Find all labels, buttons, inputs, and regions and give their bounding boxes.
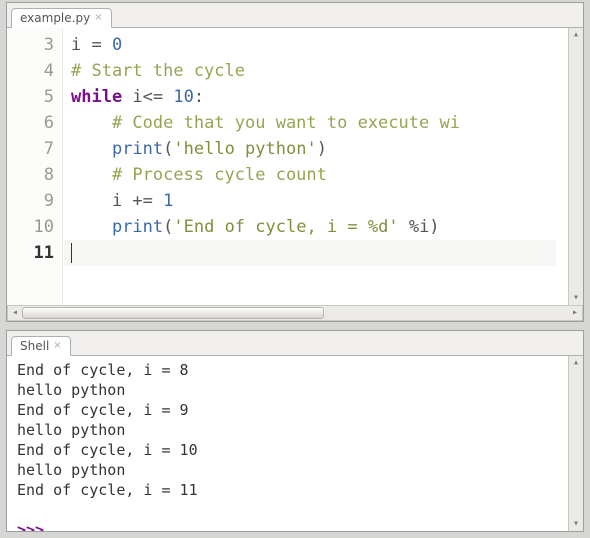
line-number: 4 — [7, 58, 54, 84]
code-line[interactable]: # Code that you want to execute wi — [71, 110, 568, 136]
shell-pane: Shell × End of cycle, i = 8hello pythonE… — [6, 330, 584, 532]
code-line[interactable]: i = 0 — [71, 32, 568, 58]
code-line[interactable] — [71, 240, 568, 266]
scroll-left-icon[interactable]: ◂ — [9, 307, 21, 319]
tab-label: Shell — [20, 339, 49, 353]
shell-line — [17, 500, 568, 520]
code-line[interactable]: i += 1 — [71, 188, 568, 214]
tab-shell[interactable]: Shell × — [11, 336, 71, 356]
line-number: 5 — [7, 84, 54, 110]
text-cursor — [71, 243, 72, 263]
close-icon[interactable]: × — [53, 341, 61, 351]
editor-pane: example.py × 34567891011 i = 0# Start th… — [6, 2, 584, 322]
editor-tabbar: example.py × — [7, 3, 583, 28]
line-number: 7 — [7, 136, 54, 162]
scroll-down-icon[interactable]: ▾ — [570, 518, 582, 530]
scroll-up-icon[interactable]: ▴ — [570, 357, 582, 369]
horizontal-scrollbar[interactable]: ◂ ▸ — [7, 305, 583, 321]
line-number: 9 — [7, 188, 54, 214]
line-number-gutter: 34567891011 — [7, 28, 63, 305]
shell-line: End of cycle, i = 8 — [17, 360, 568, 380]
line-number: 10 — [7, 214, 54, 240]
scrollbar-thumb[interactable] — [22, 307, 324, 319]
code-line[interactable]: while i<= 10: — [71, 84, 568, 110]
shell-line: hello python — [17, 460, 568, 480]
line-number: 6 — [7, 110, 54, 136]
line-number: 8 — [7, 162, 54, 188]
code-line[interactable]: print('End of cycle, i = %d' %i) — [71, 214, 568, 240]
shell-output[interactable]: End of cycle, i = 8hello pythonEnd of cy… — [7, 356, 568, 531]
vertical-scrollbar[interactable]: ▴ ▾ — [568, 28, 583, 305]
tab-label: example.py — [20, 11, 90, 25]
prompt: >>> — [17, 521, 53, 531]
scroll-down-icon[interactable]: ▾ — [570, 292, 582, 304]
code-area[interactable]: i = 0# Start the cyclewhile i<= 10: # Co… — [63, 28, 568, 305]
tab-example-py[interactable]: example.py × — [11, 8, 112, 28]
shell-line: hello python — [17, 380, 568, 400]
shell-line: End of cycle, i = 11 — [17, 480, 568, 500]
close-icon[interactable]: × — [94, 13, 102, 23]
scroll-right-icon[interactable]: ▸ — [569, 307, 581, 319]
code-editor[interactable]: 34567891011 i = 0# Start the cyclewhile … — [7, 28, 568, 305]
line-number: 11 — [7, 240, 54, 266]
vertical-scrollbar[interactable]: ▴ ▾ — [568, 356, 583, 531]
code-line[interactable]: print('hello python') — [71, 136, 568, 162]
shell-line: End of cycle, i = 10 — [17, 440, 568, 460]
code-line[interactable]: # Process cycle count — [71, 162, 568, 188]
code-line[interactable]: # Start the cycle — [71, 58, 568, 84]
shell-prompt-line[interactable]: >>> — [17, 520, 568, 531]
shell-line: End of cycle, i = 9 — [17, 400, 568, 420]
line-number: 3 — [7, 32, 54, 58]
scroll-up-icon[interactable]: ▴ — [570, 29, 582, 41]
shell-line: hello python — [17, 420, 568, 440]
shell-tabbar: Shell × — [7, 331, 583, 356]
